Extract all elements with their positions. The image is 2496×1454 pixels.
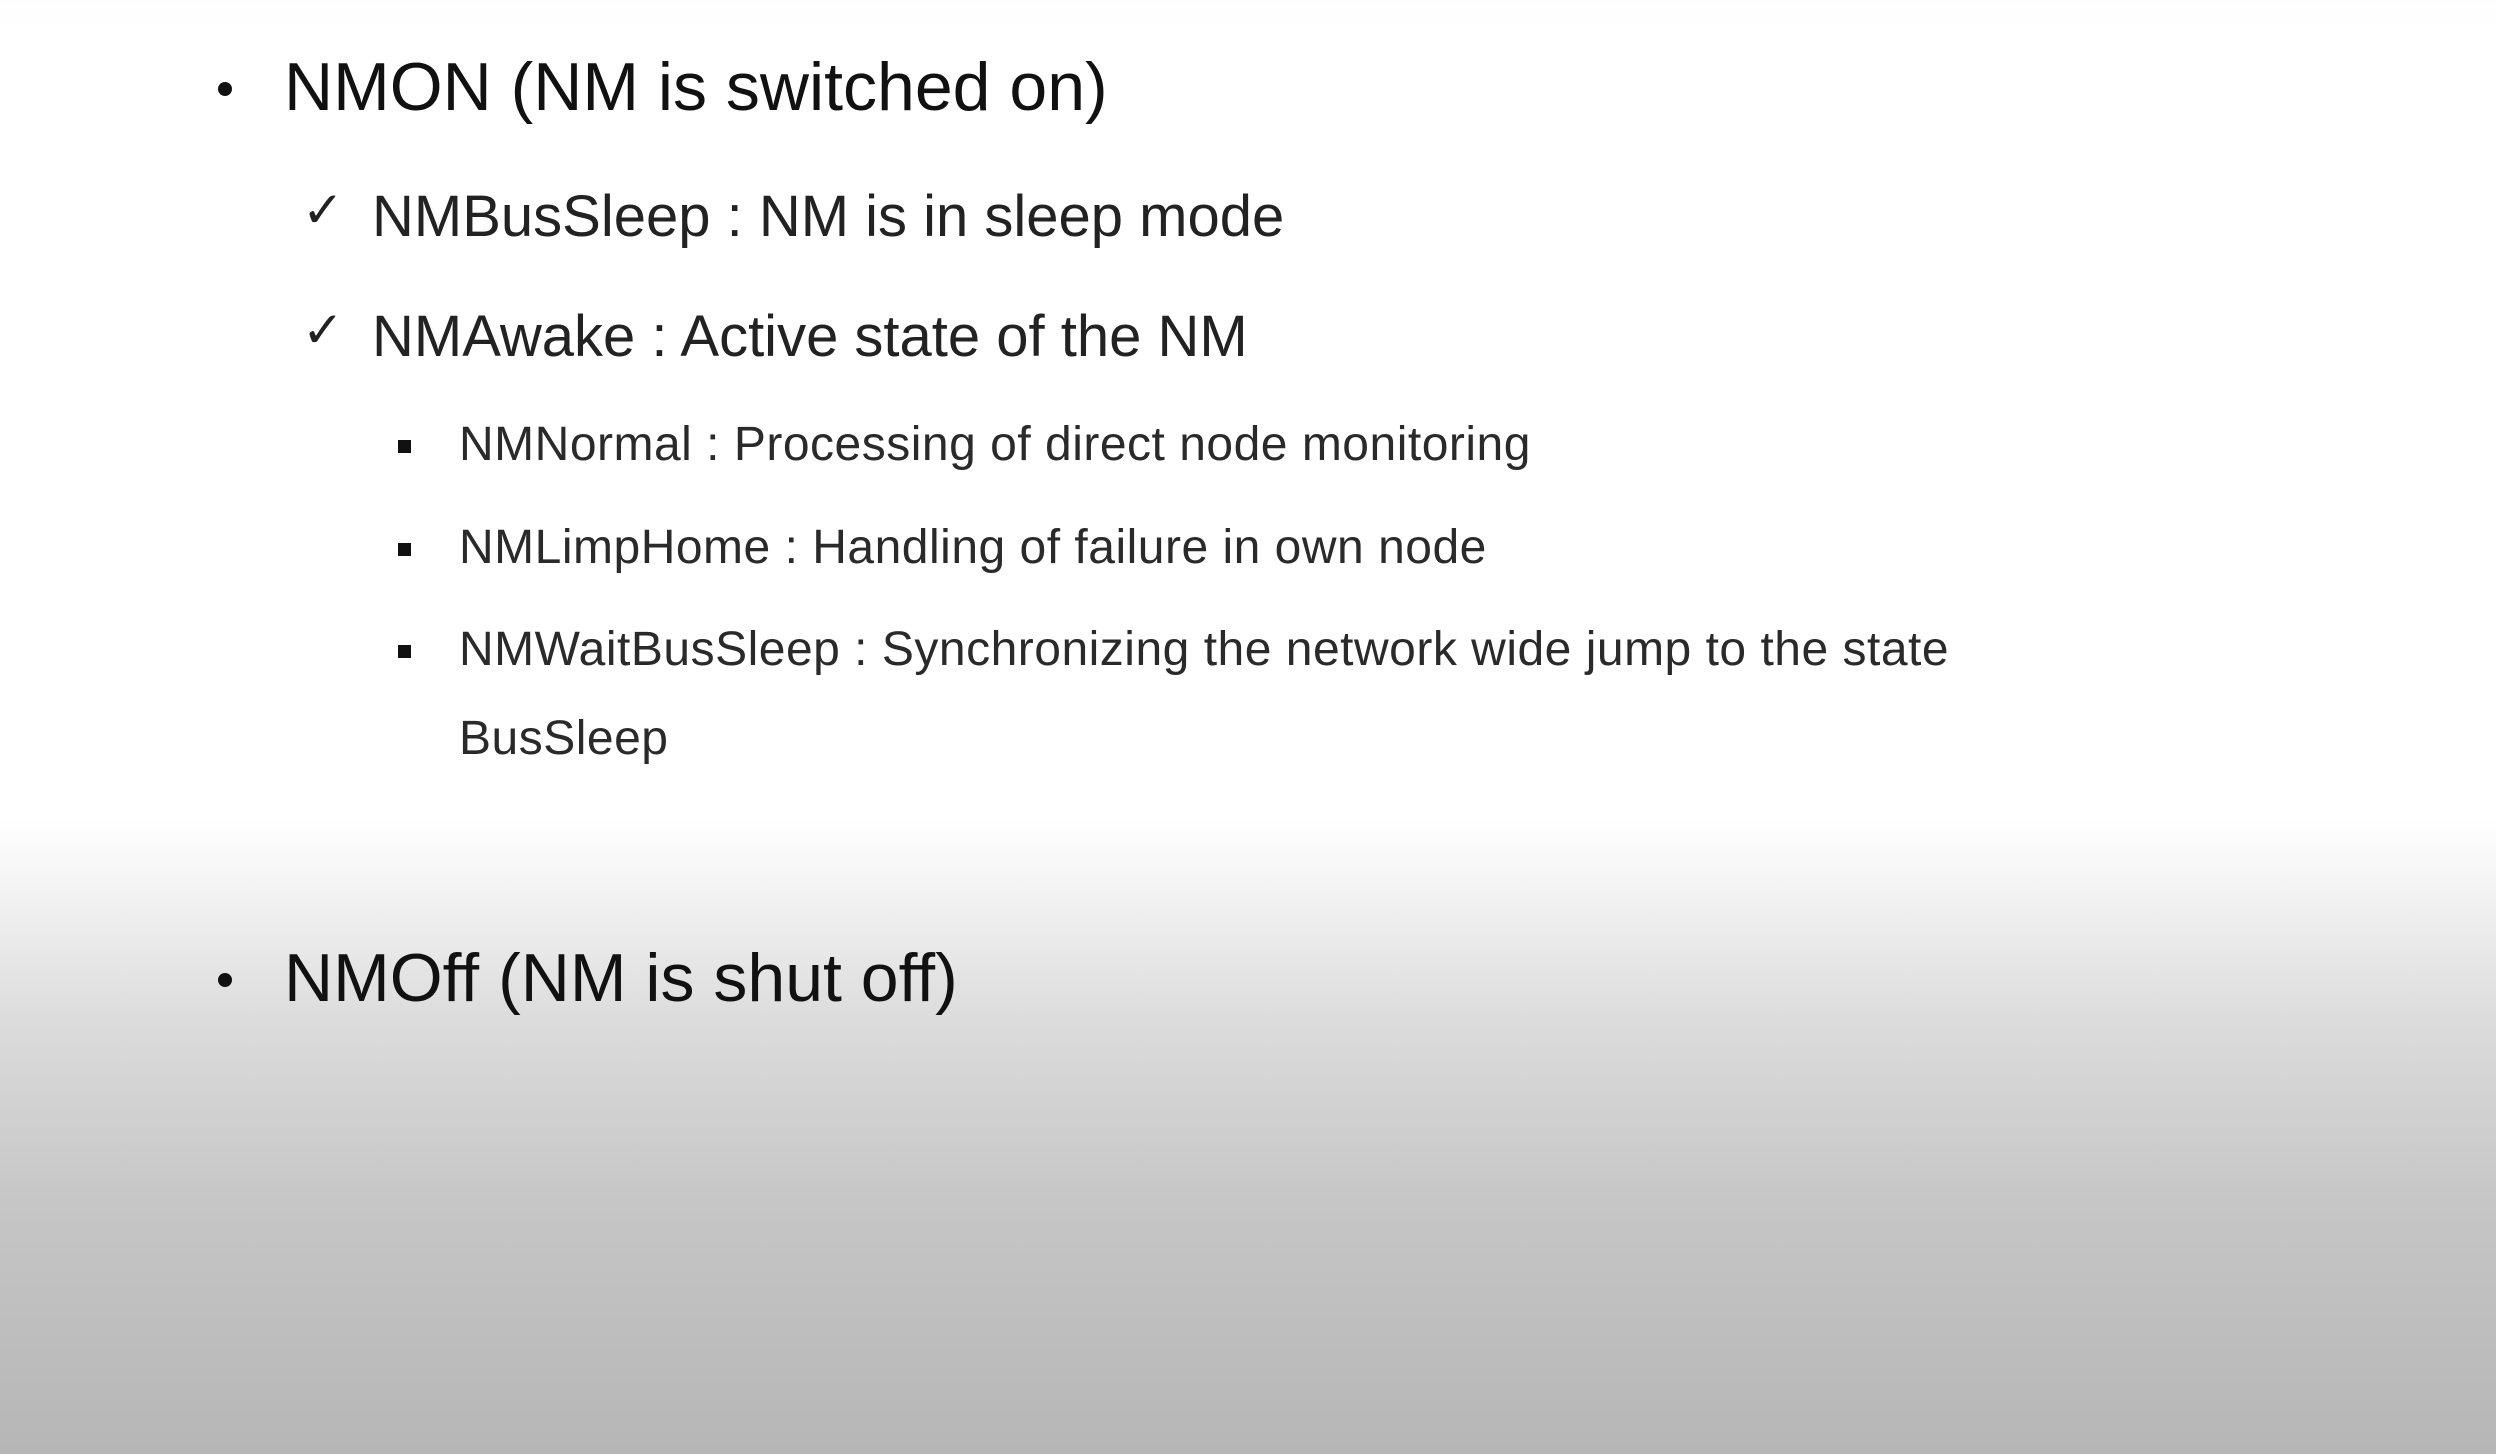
list-item-nmbussleep: NMBusSleep : NM is in sleep mode (372, 184, 1285, 249)
list-item-nmwaitbussleep-line1: NMWaitBusSleep : Synchronizing the netwo… (459, 623, 1950, 676)
list-item-nmlimphome: NMLimpHome : Handling of failure in own … (459, 521, 1487, 574)
checkmark-icon: ✓ (302, 181, 344, 239)
list-item-nmnormal: NMNormal : Processing of direct node mon… (459, 418, 1531, 471)
checkmark-icon: ✓ (302, 301, 344, 359)
list-item-nmon: NMON (NM is switched on) (284, 49, 1108, 125)
square-bullet-icon (398, 440, 411, 453)
square-bullet-icon (398, 645, 411, 658)
list-item-nmoff: NMOff (NM is shut off) (284, 940, 958, 1016)
list-item-nmawake: NMAwake : Active state of the NM (372, 304, 1248, 369)
square-bullet-icon (398, 543, 411, 556)
bullet-dot-icon (218, 973, 232, 987)
slide: NMON (NM is switched on) ✓ NMBusSleep : … (0, 0, 2496, 1454)
bullet-dot-icon (218, 82, 232, 96)
list-item-nmwaitbussleep-line2: BusSleep (459, 712, 669, 765)
